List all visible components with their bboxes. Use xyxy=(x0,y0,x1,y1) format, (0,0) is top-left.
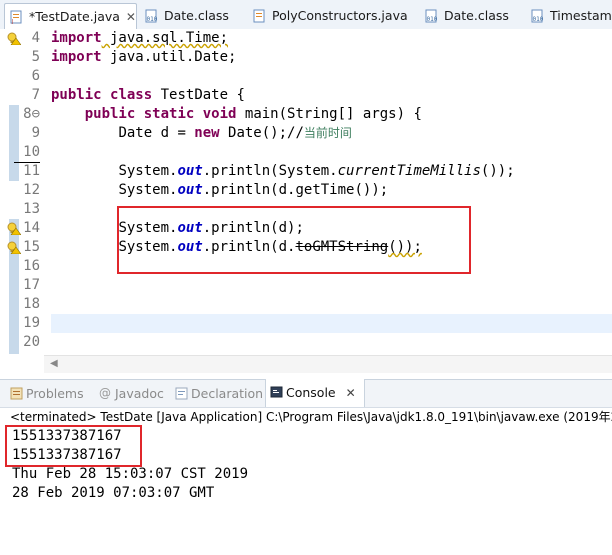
line-number: 12 xyxy=(23,182,40,198)
code-line: 4 import java.sql.Time; xyxy=(0,29,612,48)
close-icon[interactable]: ✕ xyxy=(346,386,356,400)
console-output-line: 28 Feb 2019 07:03:07 GMT xyxy=(12,485,215,501)
code-line: 9 Date d = new Date();//当前时间 xyxy=(0,124,612,143)
code-text: Date d = new Date();//当前时间 xyxy=(118,125,352,141)
tab-polyconstructors-java[interactable]: PolyConstructors.java xyxy=(248,3,420,29)
java-file-icon xyxy=(253,9,265,23)
console-output-line: Thu Feb 28 15:03:07 CST 2019 xyxy=(12,466,249,482)
line-number: 4 xyxy=(31,30,40,46)
highlight-box xyxy=(117,206,471,274)
declaration-icon xyxy=(175,387,188,400)
line-number: 19 xyxy=(23,315,40,331)
code-text: public static void main(String[] args) { xyxy=(84,106,422,122)
console-status-line: <terminated> TestDate [Java Application]… xyxy=(10,410,612,424)
tab-label: Timestamp xyxy=(550,8,612,23)
line-number: 6 xyxy=(31,68,40,84)
code-editor[interactable]: 4 import java.sql.Time; 5 import java.ut… xyxy=(0,29,612,373)
tab-console[interactable]: Console ✕ xyxy=(265,379,365,407)
svg-text:J: J xyxy=(11,19,13,24)
code-line: 11 System.out.println(System.currentTime… xyxy=(0,162,612,181)
tab-label: Declaration xyxy=(191,386,264,401)
scroll-left-icon[interactable]: ◀ xyxy=(50,358,58,369)
console-icon xyxy=(270,386,283,398)
tab-testdate-java[interactable]: J *TestDate.java ✕ xyxy=(4,3,137,29)
line-number: 18 xyxy=(23,296,40,312)
tab-label: Problems xyxy=(26,386,84,401)
class-file-icon: 010 xyxy=(531,9,544,23)
code-line: 8⊖ public static void main(String[] args… xyxy=(0,105,612,124)
code-text: import java.util.Date; xyxy=(51,49,237,65)
tab-label: PolyConstructors.java xyxy=(272,8,408,23)
line-number: 14 xyxy=(23,220,40,236)
code-line: 17 xyxy=(0,276,612,295)
javadoc-icon: @ xyxy=(99,386,111,400)
code-line: 19 xyxy=(0,314,612,333)
tab-problems[interactable]: Problems xyxy=(6,380,84,407)
highlight-box xyxy=(5,425,142,467)
view-tab-bar: Problems @ Javadoc Declaration Console ✕ xyxy=(0,379,612,408)
line-number[interactable]: 8⊖ xyxy=(14,105,40,124)
tab-date-class-2[interactable]: 010 Date.class xyxy=(420,3,526,29)
tab-label: Date.class xyxy=(444,8,509,23)
tab-declaration[interactable]: Declaration xyxy=(171,380,263,407)
code-text: System.out.println(d.getTime()); xyxy=(118,182,389,198)
line-number: 17 xyxy=(23,277,40,293)
line-number: 20 xyxy=(23,334,40,350)
class-file-icon: 010 xyxy=(425,9,438,23)
line-number: 13 xyxy=(23,201,40,217)
code-text: public class TestDate { xyxy=(51,87,245,103)
horizontal-scrollbar[interactable]: ◀ xyxy=(44,355,612,373)
code-line: 6 xyxy=(0,67,612,86)
code-line: 12 System.out.println(d.getTime()); xyxy=(0,181,612,200)
code-line: 7 public class TestDate { xyxy=(0,86,612,105)
svg-text:010: 010 xyxy=(533,16,544,23)
code-text: System.out.println(System.currentTimeMil… xyxy=(118,163,515,179)
line-number: 9 xyxy=(31,125,40,141)
tab-label: Console xyxy=(286,385,336,400)
code-line: 20 xyxy=(0,333,612,352)
tab-label: Javadoc xyxy=(115,386,164,401)
java-file-icon: J xyxy=(10,10,22,24)
line-number: 16 xyxy=(23,258,40,274)
code-text: import java.sql.Time; xyxy=(51,30,229,46)
line-number: 10 xyxy=(14,143,40,163)
svg-text:010: 010 xyxy=(427,16,438,23)
code-line: 10 xyxy=(0,143,612,163)
tab-timestamp[interactable]: 010 Timestamp xyxy=(526,3,612,29)
line-number: 5 xyxy=(31,49,40,65)
class-file-icon: 010 xyxy=(145,9,158,23)
editor-tab-bar: J *TestDate.java ✕ 010 Date.class PolyCon… xyxy=(0,0,612,30)
tab-date-class[interactable]: 010 Date.class xyxy=(140,3,248,29)
svg-text:010: 010 xyxy=(147,16,158,23)
line-number: 11 xyxy=(23,163,40,179)
code-line: 18 xyxy=(0,295,612,314)
tab-javadoc[interactable]: @ Javadoc xyxy=(95,380,164,407)
problems-icon xyxy=(10,387,23,400)
close-icon[interactable]: ✕ xyxy=(126,4,136,30)
tab-label: Date.class xyxy=(164,8,229,23)
tab-label: *TestDate.java xyxy=(29,9,120,24)
code-line: 5 import java.util.Date; xyxy=(0,48,612,67)
line-number: 15 xyxy=(23,239,40,255)
line-number: 7 xyxy=(31,87,40,103)
